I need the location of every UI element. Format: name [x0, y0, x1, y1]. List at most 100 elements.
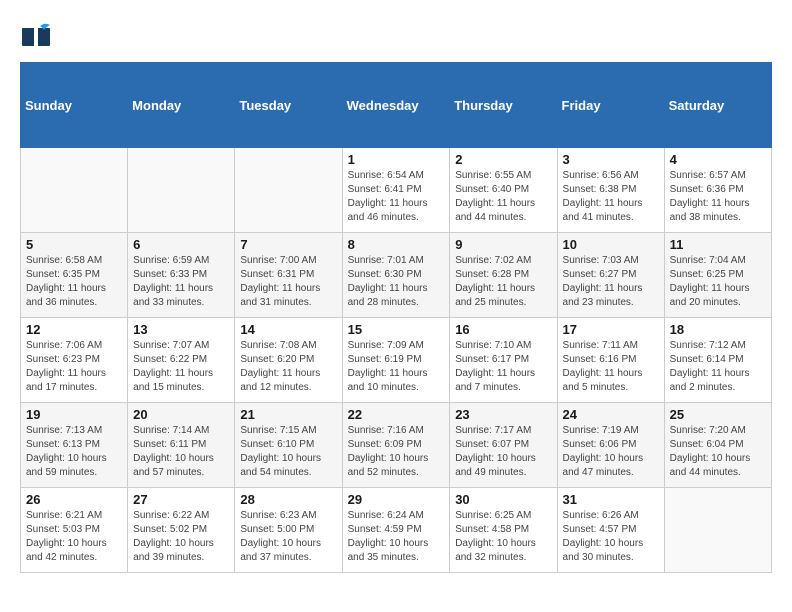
header-saturday: Saturday	[664, 63, 771, 148]
day-info: Sunrise: 7:06 AM Sunset: 6:23 PM Dayligh…	[26, 339, 122, 395]
day-number: 30	[455, 492, 551, 507]
calendar-cell: 5Sunrise: 6:58 AM Sunset: 6:35 PM Daylig…	[21, 233, 128, 318]
day-info: Sunrise: 7:08 AM Sunset: 6:20 PM Dayligh…	[240, 339, 336, 395]
day-info: Sunrise: 7:10 AM Sunset: 6:17 PM Dayligh…	[455, 339, 551, 395]
calendar-cell: 29 Sunrise: 6:24 AM Sunset: 4:59 PM Dayli…	[342, 488, 450, 573]
calendar-cell: 30 Sunrise: 6:25 AM Sunset: 4:58 PM Dayli…	[450, 488, 557, 573]
day-info: Sunrise: 6:54 AM Sunset: 6:41 PM Dayligh…	[348, 169, 445, 225]
calendar-cell	[128, 148, 235, 233]
day-number: 11	[670, 237, 766, 252]
day-number: 25	[670, 407, 766, 422]
calendar-header-row: SundayMondayTuesdayWednesdayThursdayFrid…	[21, 63, 772, 148]
header-sunday: Sunday	[21, 63, 128, 148]
header-thursday: Thursday	[450, 63, 557, 148]
day-number: 18	[670, 322, 766, 337]
day-info: Sunrise: 6:59 AM Sunset: 6:33 PM Dayligh…	[133, 254, 229, 310]
day-info: Sunrise: 7:09 AM Sunset: 6:19 PM Dayligh…	[348, 339, 445, 395]
day-info: Sunrise: 7:04 AM Sunset: 6:25 PM Dayligh…	[670, 254, 766, 310]
header-monday: Monday	[128, 63, 235, 148]
calendar-cell: 6 Sunrise: 6:59 AM Sunset: 6:33 PM Daylig…	[128, 233, 235, 318]
calendar-cell: 24 Sunrise: 7:19 AM Sunset: 6:06 PM Dayli…	[557, 403, 664, 488]
day-info: Sunrise: 6:55 AM Sunset: 6:40 PM Dayligh…	[455, 169, 551, 225]
calendar-cell: 17 Sunrise: 7:11 AM Sunset: 6:16 PM Dayli…	[557, 318, 664, 403]
day-number: 24	[563, 407, 659, 422]
day-number: 20	[133, 407, 229, 422]
day-number: 2	[455, 152, 551, 167]
day-number: 17	[563, 322, 659, 337]
calendar-cell: 20 Sunrise: 7:14 AM Sunset: 6:11 PM Dayli…	[128, 403, 235, 488]
day-number: 14	[240, 322, 336, 337]
day-number: 26	[26, 492, 122, 507]
calendar-cell: 10Sunrise: 7:03 AM Sunset: 6:27 PM Dayli…	[557, 233, 664, 318]
day-number: 15	[348, 322, 445, 337]
day-info: Sunrise: 7:12 AM Sunset: 6:14 PM Dayligh…	[670, 339, 766, 395]
day-info: Sunrise: 7:00 AM Sunset: 6:31 PM Dayligh…	[240, 254, 336, 310]
page-header	[20, 20, 772, 52]
calendar-cell: 13 Sunrise: 7:07 AM Sunset: 6:22 PM Dayli…	[128, 318, 235, 403]
calendar-cell: 28Sunrise: 6:23 AM Sunset: 5:00 PM Dayli…	[235, 488, 342, 573]
day-info: Sunrise: 6:58 AM Sunset: 6:35 PM Dayligh…	[26, 254, 122, 310]
day-info: Sunrise: 7:13 AM Sunset: 6:13 PM Dayligh…	[26, 424, 122, 480]
day-info: Sunrise: 7:19 AM Sunset: 6:06 PM Dayligh…	[563, 424, 659, 480]
day-info: Sunrise: 7:16 AM Sunset: 6:09 PM Dayligh…	[348, 424, 445, 480]
day-number: 8	[348, 237, 445, 252]
logo-icon	[20, 20, 52, 52]
day-number: 21	[240, 407, 336, 422]
calendar-cell: 2 Sunrise: 6:55 AM Sunset: 6:40 PM Daylig…	[450, 148, 557, 233]
calendar-cell: 12 Sunrise: 7:06 AM Sunset: 6:23 PM Dayli…	[21, 318, 128, 403]
day-number: 23	[455, 407, 551, 422]
calendar: SundayMondayTuesdayWednesdayThursdayFrid…	[20, 62, 772, 573]
day-number: 10	[563, 237, 659, 252]
day-number: 13	[133, 322, 229, 337]
day-info: Sunrise: 7:15 AM Sunset: 6:10 PM Dayligh…	[240, 424, 336, 480]
day-info: Sunrise: 6:57 AM Sunset: 6:36 PM Dayligh…	[670, 169, 766, 225]
day-info: Sunrise: 6:25 AM Sunset: 4:58 PM Dayligh…	[455, 509, 551, 565]
day-info: Sunrise: 7:01 AM Sunset: 6:30 PM Dayligh…	[348, 254, 445, 310]
calendar-cell: 3 Sunrise: 6:56 AM Sunset: 6:38 PM Daylig…	[557, 148, 664, 233]
calendar-cell: 8 Sunrise: 7:01 AM Sunset: 6:30 PM Daylig…	[342, 233, 450, 318]
calendar-cell: 16 Sunrise: 7:10 AM Sunset: 6:17 PM Dayli…	[450, 318, 557, 403]
day-number: 1	[348, 152, 445, 167]
day-number: 16	[455, 322, 551, 337]
header-tuesday: Tuesday	[235, 63, 342, 148]
header-friday: Friday	[557, 63, 664, 148]
calendar-cell	[664, 488, 771, 573]
calendar-week-row: 5Sunrise: 6:58 AM Sunset: 6:35 PM Daylig…	[21, 233, 772, 318]
calendar-cell	[235, 148, 342, 233]
day-info: Sunrise: 7:20 AM Sunset: 6:04 PM Dayligh…	[670, 424, 766, 480]
day-info: Sunrise: 7:14 AM Sunset: 6:11 PM Dayligh…	[133, 424, 229, 480]
day-info: Sunrise: 6:56 AM Sunset: 6:38 PM Dayligh…	[563, 169, 659, 225]
day-info: Sunrise: 6:24 AM Sunset: 4:59 PM Dayligh…	[348, 509, 445, 565]
calendar-cell: 22 Sunrise: 7:16 AM Sunset: 6:09 PM Dayli…	[342, 403, 450, 488]
calendar-cell: 26 Sunrise: 6:21 AM Sunset: 5:03 PM Dayli…	[21, 488, 128, 573]
day-number: 19	[26, 407, 122, 422]
day-info: Sunrise: 7:11 AM Sunset: 6:16 PM Dayligh…	[563, 339, 659, 395]
calendar-cell: 11 Sunrise: 7:04 AM Sunset: 6:25 PM Dayli…	[664, 233, 771, 318]
day-number: 12	[26, 322, 122, 337]
day-number: 9	[455, 237, 551, 252]
calendar-cell	[21, 148, 128, 233]
calendar-cell: 4Sunrise: 6:57 AM Sunset: 6:36 PM Daylig…	[664, 148, 771, 233]
day-number: 22	[348, 407, 445, 422]
calendar-week-row: 26 Sunrise: 6:21 AM Sunset: 5:03 PM Dayli…	[21, 488, 772, 573]
day-number: 7	[240, 237, 336, 252]
day-info: Sunrise: 6:22 AM Sunset: 5:02 PM Dayligh…	[133, 509, 229, 565]
calendar-cell: 9Sunrise: 7:02 AM Sunset: 6:28 PM Daylig…	[450, 233, 557, 318]
header-wednesday: Wednesday	[342, 63, 450, 148]
calendar-cell: 1 Sunrise: 6:54 AM Sunset: 6:41 PM Daylig…	[342, 148, 450, 233]
calendar-week-row: 12 Sunrise: 7:06 AM Sunset: 6:23 PM Dayli…	[21, 318, 772, 403]
day-number: 29	[348, 492, 445, 507]
calendar-week-row: 19 Sunrise: 7:13 AM Sunset: 6:13 PM Dayli…	[21, 403, 772, 488]
day-info: Sunrise: 6:23 AM Sunset: 5:00 PM Dayligh…	[240, 509, 336, 565]
day-info: Sunrise: 7:07 AM Sunset: 6:22 PM Dayligh…	[133, 339, 229, 395]
day-number: 31	[563, 492, 659, 507]
calendar-cell: 7 Sunrise: 7:00 AM Sunset: 6:31 PM Daylig…	[235, 233, 342, 318]
day-info: Sunrise: 6:21 AM Sunset: 5:03 PM Dayligh…	[26, 509, 122, 565]
day-number: 3	[563, 152, 659, 167]
logo	[20, 20, 54, 52]
calendar-cell: 25 Sunrise: 7:20 AM Sunset: 6:04 PM Dayli…	[664, 403, 771, 488]
day-info: Sunrise: 6:26 AM Sunset: 4:57 PM Dayligh…	[563, 509, 659, 565]
day-info: Sunrise: 7:17 AM Sunset: 6:07 PM Dayligh…	[455, 424, 551, 480]
calendar-week-row: 1 Sunrise: 6:54 AM Sunset: 6:41 PM Daylig…	[21, 148, 772, 233]
day-number: 6	[133, 237, 229, 252]
